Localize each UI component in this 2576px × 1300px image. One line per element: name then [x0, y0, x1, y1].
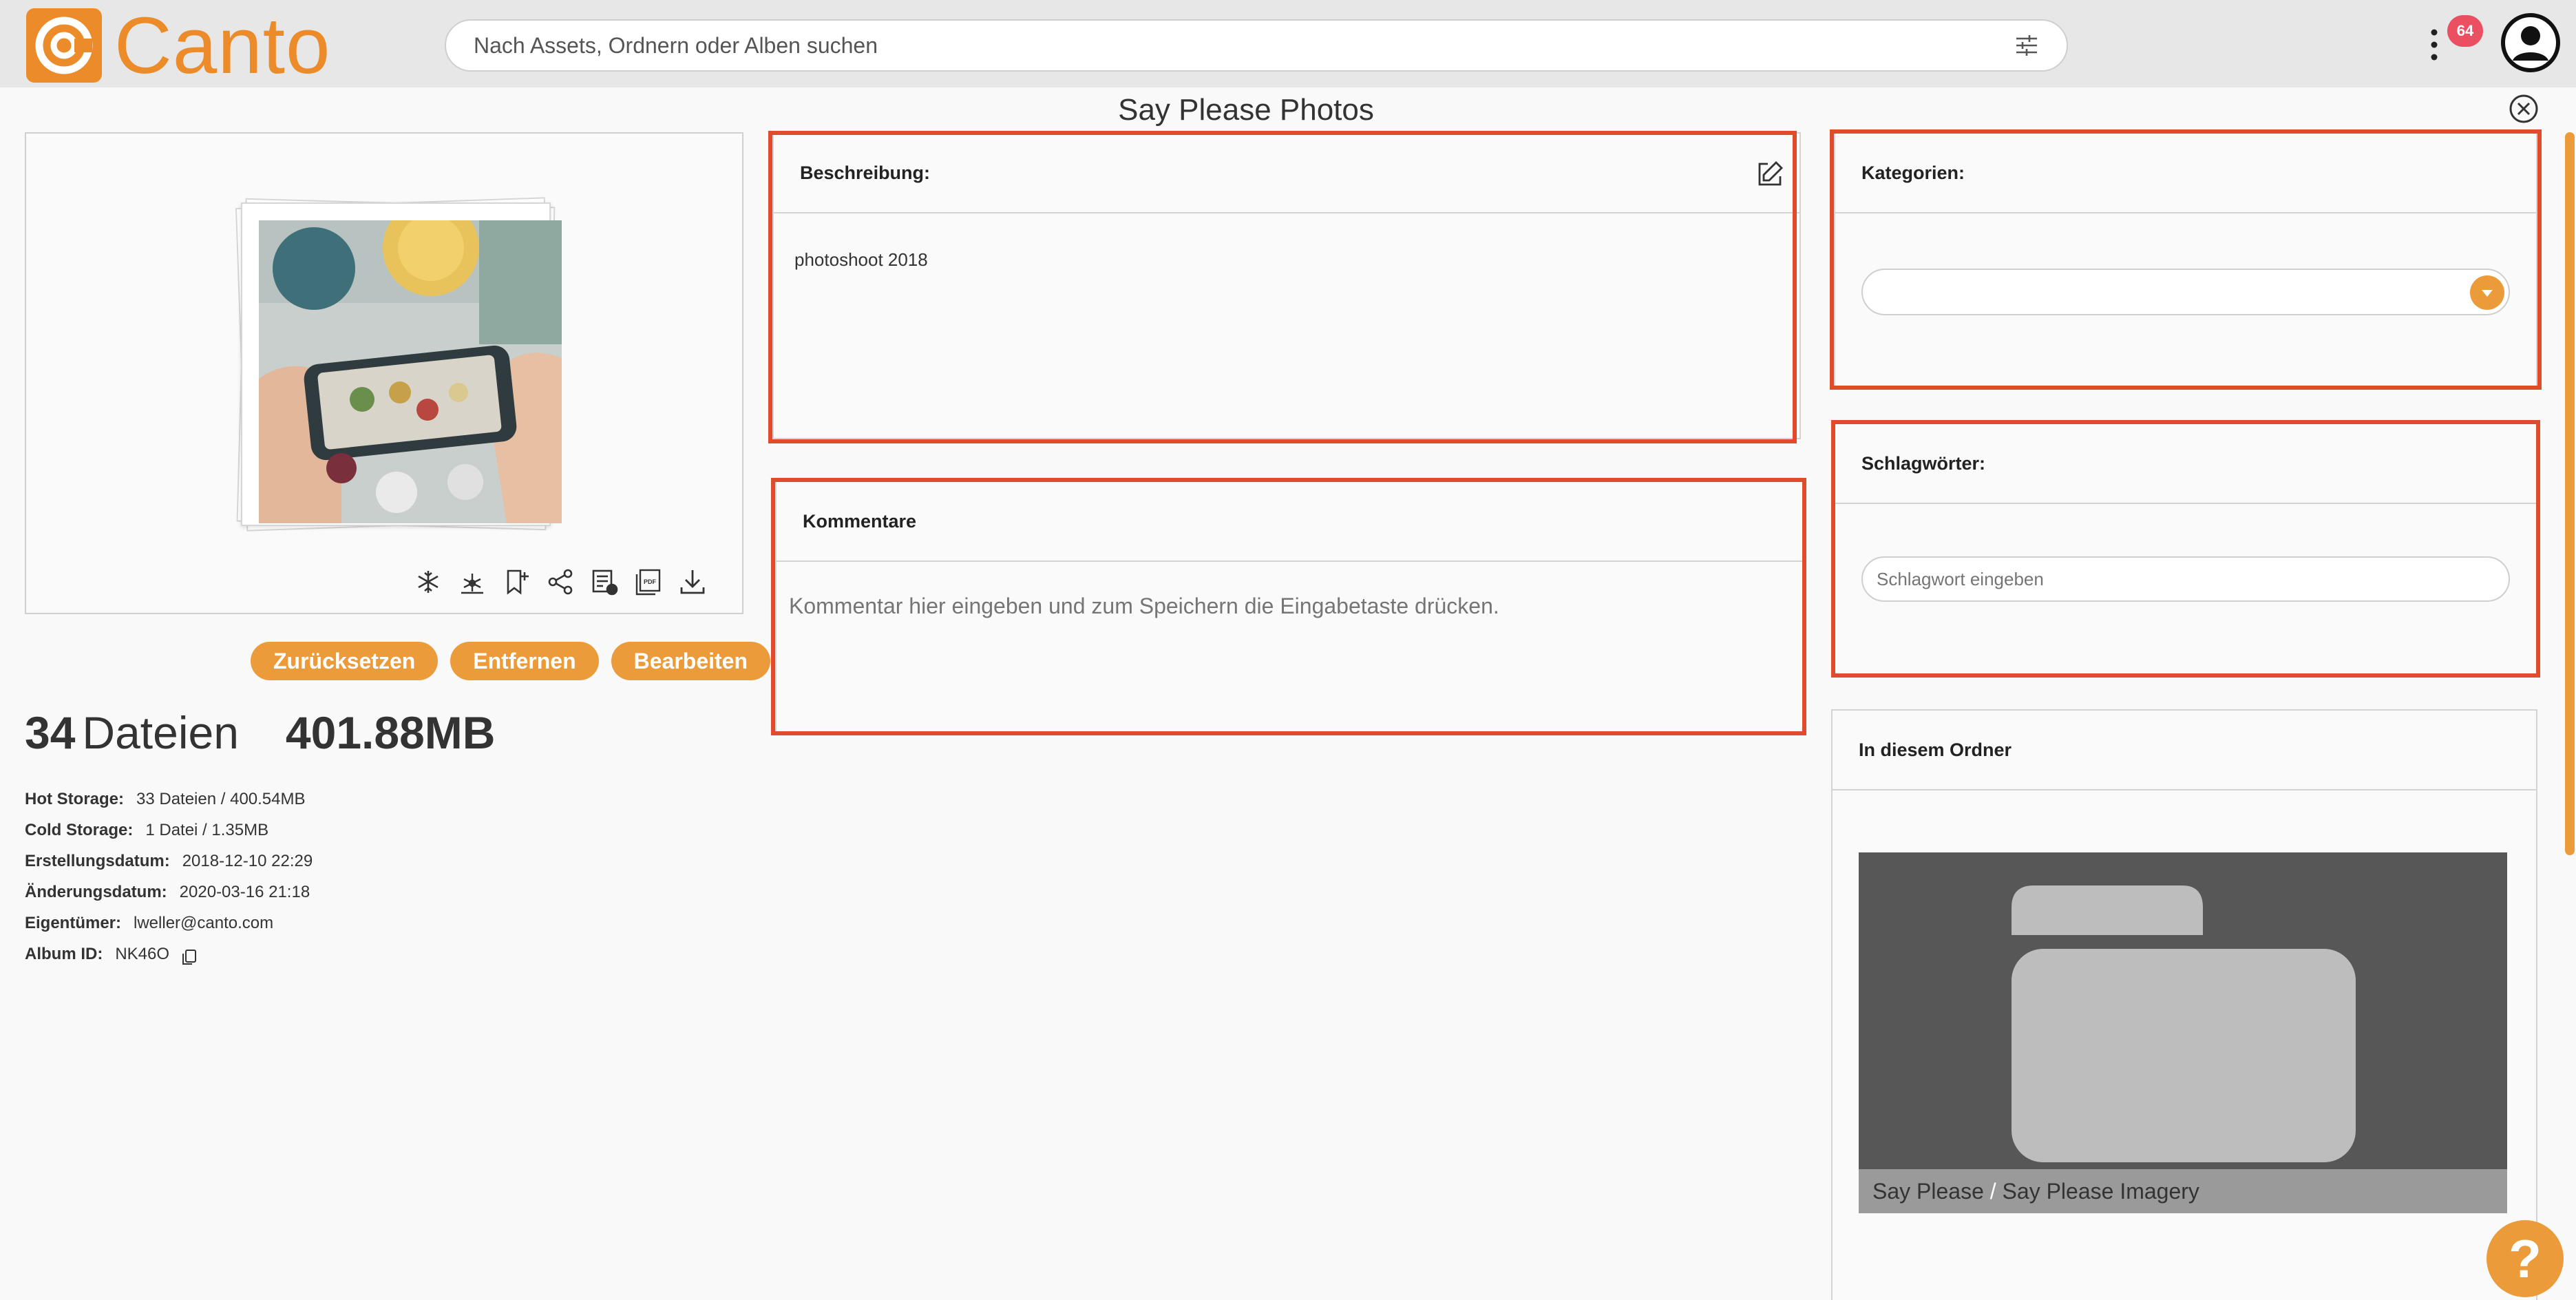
album-preview-card: PDF: [25, 132, 743, 614]
meta-key: Eigentümer:: [25, 914, 122, 932]
notification-badge[interactable]: 64: [2447, 15, 2483, 47]
edit-icon[interactable]: [1755, 160, 1784, 189]
meta-value: 2020-03-16 21:18: [179, 883, 310, 901]
comments-heading: Kommentare: [777, 482, 1802, 562]
folder-icon: [2012, 885, 2356, 1162]
folder-path-separator: /: [1989, 1179, 1996, 1204]
bookmark-add-icon[interactable]: [501, 567, 531, 597]
reset-button[interactable]: Zurücksetzen: [251, 642, 439, 680]
list-settings-icon[interactable]: [589, 567, 620, 597]
user-avatar-icon[interactable]: [2500, 12, 2561, 73]
description-panel: Beschreibung: photoshoot 2018: [772, 132, 1801, 439]
keywords-panel: Schlagwörter:: [1834, 423, 2537, 675]
canto-logo-mark-icon: [26, 8, 102, 83]
description-heading-text: Beschreibung:: [800, 162, 931, 183]
meta-row-owner: Eigentümer: lweller@canto.com: [25, 908, 313, 939]
meta-value: 1 Datei / 1.35MB: [145, 821, 269, 839]
canto-logo[interactable]: Canto: [26, 1, 331, 90]
pdf-icon[interactable]: PDF: [633, 567, 664, 597]
meta-row-hot-storage: Hot Storage: 33 Dateien / 400.54MB: [25, 784, 313, 815]
meta-row-album-id: Album ID: NK46O: [25, 939, 313, 969]
folder-path-child[interactable]: Say Please Imagery: [2003, 1179, 2199, 1204]
total-size: 401.88MB: [285, 707, 496, 758]
svg-text:PDF: PDF: [644, 578, 657, 585]
meta-value: NK46O: [115, 945, 170, 963]
folder-heading: In diesem Ordner: [1833, 711, 2536, 790]
description-text[interactable]: photoshoot 2018: [794, 249, 928, 271]
file-count: 34: [25, 707, 76, 758]
description-heading: Beschreibung:: [774, 134, 1799, 213]
remove-button[interactable]: Entfernen: [450, 642, 599, 680]
top-bar: Canto Nach Assets, Ordnern oder Alben su…: [0, 0, 2576, 87]
meta-value: 2018-12-10 22:29: [182, 852, 313, 870]
meta-row-created: Erstellungsdatum: 2018-12-10 22:29: [25, 846, 313, 877]
kebab-menu-icon[interactable]: [2427, 28, 2441, 62]
close-icon[interactable]: [2509, 94, 2539, 124]
folder-path-root[interactable]: Say Please: [1872, 1179, 1984, 1204]
folder-thumbnail[interactable]: Say Please / Say Please Imagery: [1859, 852, 2507, 1213]
categories-heading: Kategorien:: [1835, 134, 2536, 213]
scrollbar-thumb[interactable]: [2565, 132, 2575, 855]
album-action-buttons: Zurücksetzen Entfernen Bearbeiten: [251, 642, 771, 680]
page-title: Say Please Photos: [1118, 93, 1374, 127]
meta-key: Erstellungsdatum:: [25, 852, 170, 870]
snowflake-icon[interactable]: [413, 567, 443, 597]
folder-path: Say Please / Say Please Imagery: [1859, 1169, 2507, 1213]
meta-row-modified: Änderungsdatum: 2020-03-16 21:18: [25, 877, 313, 908]
search-input[interactable]: Nach Assets, Ordnern oder Alben suchen: [474, 33, 2014, 59]
album-summary: 34 Dateien 401.88MB: [25, 706, 495, 759]
keyword-input[interactable]: [1861, 556, 2510, 602]
edit-button[interactable]: Bearbeiten: [611, 642, 771, 680]
folder-panel: In diesem Ordner Say Please / Say Please…: [1831, 709, 2537, 1300]
categories-panel: Kategorien:: [1834, 132, 2537, 387]
keywords-heading: Schlagwörter:: [1835, 424, 2536, 504]
meta-key: Cold Storage:: [25, 821, 134, 839]
meta-value: 33 Dateien / 400.54MB: [136, 790, 306, 808]
album-toolbar: PDF: [413, 566, 708, 598]
snowflake-outline-icon[interactable]: [457, 567, 487, 597]
filter-sliders-icon[interactable]: [2014, 33, 2039, 58]
meta-value: lweller@canto.com: [134, 914, 274, 932]
share-icon[interactable]: [545, 567, 576, 597]
file-count-label: Dateien: [82, 707, 239, 758]
meta-row-cold-storage: Cold Storage: 1 Datei / 1.35MB: [25, 815, 313, 846]
meta-key: Änderungsdatum:: [25, 883, 167, 901]
meta-key: Album ID:: [25, 945, 103, 963]
album-metadata: Hot Storage: 33 Dateien / 400.54MB Cold …: [25, 784, 313, 969]
album-cover-image: [259, 220, 562, 523]
comments-panel: Kommentare: [775, 481, 1804, 733]
copy-icon[interactable]: [180, 945, 198, 965]
chevron-down-icon[interactable]: [2470, 275, 2504, 310]
search-bar[interactable]: Nach Assets, Ordnern oder Alben suchen: [445, 19, 2068, 72]
download-icon[interactable]: [677, 567, 708, 597]
meta-key: Hot Storage:: [25, 790, 124, 808]
categories-select[interactable]: [1861, 269, 2510, 315]
help-button[interactable]: ?: [2487, 1220, 2564, 1297]
album-thumbnail-stack[interactable]: [213, 196, 585, 533]
comment-input[interactable]: [789, 585, 1788, 627]
brand-name: Canto: [114, 1, 331, 90]
